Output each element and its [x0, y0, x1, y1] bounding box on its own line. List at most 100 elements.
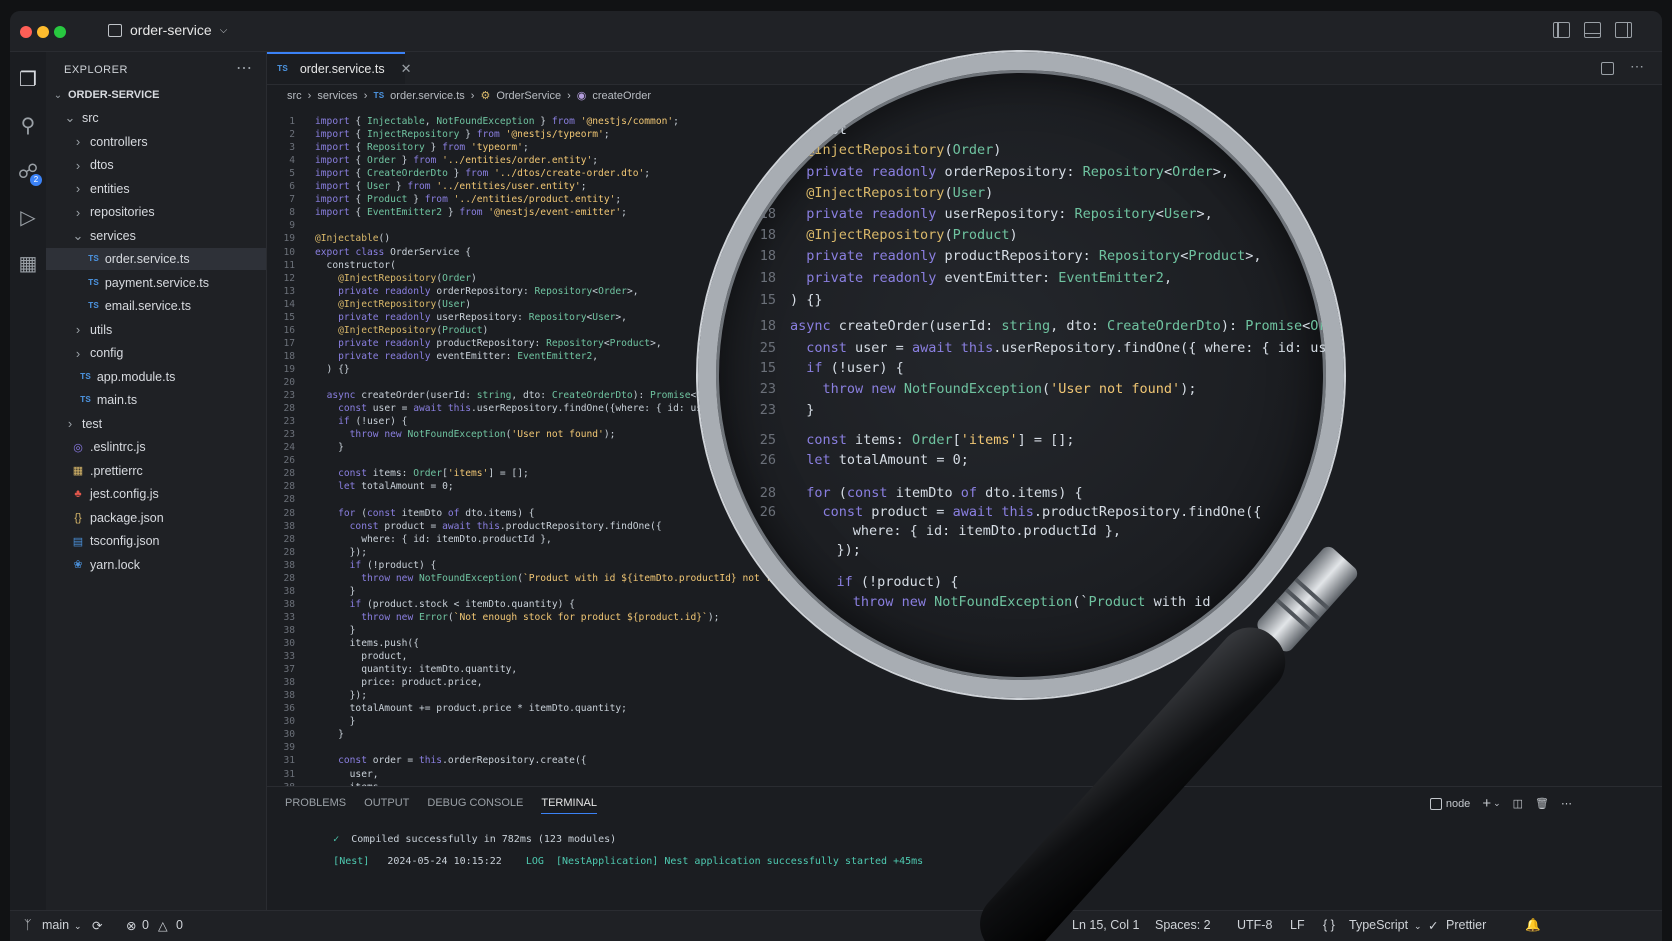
line-number: 13: [283, 285, 295, 297]
code-line: const product = await this.productReposi…: [349, 520, 662, 532]
chevron-down-icon[interactable]: ⌄: [1493, 798, 1501, 809]
split-terminal-icon[interactable]: ◫: [1513, 797, 1523, 810]
sync-icon[interactable]: ⟳: [92, 918, 102, 933]
code-line: where: { id: itemDto.productId },: [315, 533, 552, 545]
end-of-line[interactable]: LF: [1290, 918, 1305, 932]
line-number: 38: [283, 690, 295, 702]
tree-item[interactable]: › repositories: [46, 201, 266, 223]
tree-item[interactable]: ▤ tsconfig.json: [46, 530, 266, 552]
chevron-right-icon: ›: [75, 322, 81, 337]
code-line: throw new NotFoundException(`Product wit…: [361, 572, 812, 584]
tree-item[interactable]: TS app.module.ts: [46, 366, 266, 388]
tree-item[interactable]: TS email.service.ts: [46, 295, 266, 317]
indentation[interactable]: Spaces: 2: [1155, 918, 1211, 932]
breadcrumb-src[interactable]: src: [287, 90, 302, 102]
tab-output[interactable]: OUTPUT: [364, 797, 409, 814]
tree-item[interactable]: TS order.service.ts: [46, 248, 266, 270]
code-line: import { Order } from '../entities/order…: [315, 155, 599, 167]
tree-item[interactable]: › dtos: [46, 154, 266, 176]
extensions-icon[interactable]: ▦: [16, 252, 40, 276]
code-editor[interactable]: 1 import { Injectable, NotFoundException …: [267, 110, 917, 786]
tree-item[interactable]: ⌄ services: [46, 225, 266, 247]
tab-terminal[interactable]: TERMINAL: [541, 797, 597, 814]
line-number: 28: [283, 481, 295, 493]
split-editor-icon[interactable]: [1601, 62, 1614, 75]
branch-name[interactable]: main: [42, 918, 69, 932]
code-line: const user = await this.userRepository.f…: [338, 403, 760, 415]
run-debug-icon[interactable]: ▷: [16, 206, 40, 230]
line-number: 36: [283, 703, 295, 715]
breadcrumb-method[interactable]: createOrder: [592, 90, 651, 102]
maximize-window-button[interactable]: [54, 26, 66, 38]
files-icon[interactable]: ❐: [16, 68, 40, 92]
project-selector[interactable]: order-service ⌵: [108, 22, 227, 38]
close-window-button[interactable]: [20, 26, 32, 38]
language-mode[interactable]: TypeScript: [1349, 918, 1408, 932]
trash-icon[interactable]: 🗑: [1535, 797, 1549, 810]
tree-item-label: controllers: [90, 134, 148, 149]
chevron-right-icon: ›: [307, 89, 312, 102]
title-bar: order-service ⌵: [10, 11, 1662, 52]
close-icon[interactable]: ✕: [401, 61, 412, 77]
code-line: import { InjectRepository } from '@nestj…: [315, 129, 610, 141]
code-line: private readonly orderRepository: Reposi…: [338, 285, 639, 297]
line-number: 30: [283, 716, 295, 728]
breadcrumb-services[interactable]: services: [317, 90, 357, 102]
tab-problems[interactable]: PROBLEMS: [285, 797, 346, 814]
toggle-sidebar-icon[interactable]: [1553, 22, 1570, 38]
line-number: 24: [283, 442, 295, 454]
bell-icon[interactable]: 🔔: [1525, 918, 1541, 933]
error-count[interactable]: 0: [142, 918, 149, 932]
code-line: for (const itemDto of dto.items) {: [338, 507, 535, 519]
tree-item[interactable]: ⌄ src: [46, 107, 266, 129]
cursor-position[interactable]: Ln 15, Col 1: [1072, 918, 1139, 932]
project-root[interactable]: ⌄ ORDER-SERVICE: [46, 84, 266, 106]
check-double-icon: ✓: [1428, 919, 1439, 933]
more-actions-icon[interactable]: ⋯: [1630, 58, 1644, 75]
tree-item[interactable]: › test: [46, 413, 266, 435]
tree-item[interactable]: ▦ .prettierrc: [46, 460, 266, 482]
terminal-text: [NestApplication] Nest application succe…: [555, 856, 924, 867]
minimize-window-button[interactable]: [37, 26, 49, 38]
source-control-badge: 2: [30, 174, 42, 186]
breadcrumb-file[interactable]: order.service.ts: [390, 90, 465, 102]
chevron-right-icon: ›: [75, 181, 81, 196]
tab-debug-console[interactable]: DEBUG CONSOLE: [427, 797, 523, 814]
terminal-actions: node + ⌄ ◫ 🗑 ⋯: [1429, 795, 1572, 812]
tree-item[interactable]: › entities: [46, 178, 266, 200]
more-actions-icon[interactable]: ⋯: [236, 58, 252, 78]
formatter[interactable]: Prettier: [1446, 918, 1486, 932]
line-number: 12: [283, 272, 295, 284]
tree-item[interactable]: ♣ jest.config.js: [46, 483, 266, 505]
terminal-shell[interactable]: node: [1446, 798, 1470, 810]
toggle-secondary-sidebar-icon[interactable]: [1615, 22, 1632, 38]
tree-item[interactable]: › config: [46, 342, 266, 364]
code-line: throw new NotFoundException('User not fo…: [349, 429, 616, 441]
tree-item[interactable]: ❀ yarn.lock: [46, 554, 266, 576]
warning-count[interactable]: 0: [176, 918, 183, 932]
line-number: 28: [283, 468, 295, 480]
breadcrumb-class[interactable]: OrderService: [496, 90, 561, 102]
chevron-down-icon: ⌄: [74, 921, 82, 931]
explorer-sidebar: EXPLORER ⋯ ⌄ ORDER-SERVICE ⌄ src › controll…: [46, 52, 267, 911]
status-bar: ᛉ main ⌄ ⟳ ⊗ 0 △ 0 Ln 15, Col 1 Spaces: …: [10, 910, 1662, 941]
code-line: });: [315, 546, 367, 558]
new-terminal-icon[interactable]: +: [1482, 795, 1491, 812]
tree-item[interactable]: TS main.ts: [46, 389, 266, 411]
tree-item[interactable]: › controllers: [46, 131, 266, 153]
tab-order-service[interactable]: TS order.service.ts ✕: [267, 52, 411, 84]
line-number: 2: [289, 129, 295, 141]
code-line: constructor(: [315, 259, 396, 271]
tree-item[interactable]: {} package.json: [46, 507, 266, 529]
line-number: 19: [283, 233, 295, 245]
line-number: 20: [283, 377, 295, 388]
search-icon[interactable]: ⚲: [16, 114, 40, 138]
tree-item[interactable]: ◎ .eslintrc.js: [46, 436, 266, 458]
toggle-panel-icon[interactable]: [1584, 22, 1601, 38]
prettier-file-icon: ▦: [72, 465, 84, 477]
more-actions-icon[interactable]: ⋯: [1561, 797, 1572, 810]
tree-item[interactable]: › utils: [46, 319, 266, 341]
encoding[interactable]: UTF-8: [1237, 918, 1272, 932]
chevron-down-icon: ⌵: [219, 24, 228, 36]
tree-item[interactable]: TS payment.service.ts: [46, 272, 266, 294]
